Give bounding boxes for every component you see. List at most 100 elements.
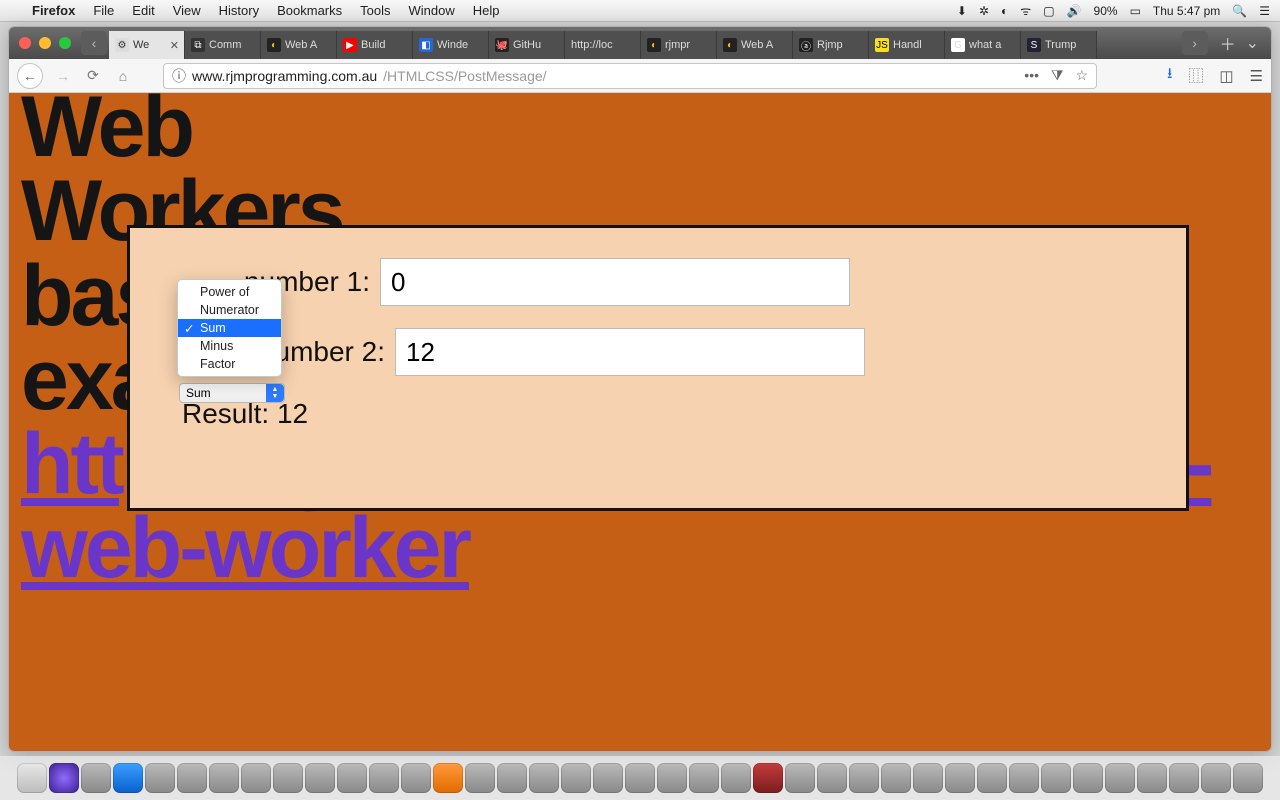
tab[interactable]: STrump [1021,31,1097,59]
siri-icon[interactable]: ☰ [1259,4,1270,18]
menu-bookmarks[interactable]: Bookmarks [277,3,342,18]
menu-edit[interactable]: Edit [132,3,154,18]
tab[interactable]: ◐rjmpr [641,31,717,59]
tab-back-button[interactable]: ‹ [81,31,107,55]
battery-percent: 90% [1094,4,1118,18]
dock-app[interactable] [1041,763,1071,793]
tab[interactable]: ▶Build [337,31,413,59]
tab[interactable]: JSHandl [869,31,945,59]
spotlight-icon[interactable]: 🔍 [1232,4,1247,18]
dock-app[interactable] [1137,763,1167,793]
dock-app[interactable] [689,763,719,793]
traffic-lights[interactable] [19,37,71,49]
dock-app[interactable] [241,763,271,793]
tab-forward-button[interactable]: › [1182,31,1208,55]
dock-app[interactable] [17,763,47,793]
tab[interactable]: ◧Winde [413,31,489,59]
dock-app[interactable] [1201,763,1231,793]
downloads-icon[interactable]: ⭳ [1167,63,1172,88]
forward-button[interactable]: → [53,68,73,84]
dock-app[interactable] [497,763,527,793]
menu-tools[interactable]: Tools [360,3,390,18]
tab-active[interactable]: ⚙We [109,31,185,59]
new-tab-button[interactable]: ＋ [1220,31,1236,55]
menu-window[interactable]: Window [409,3,455,18]
option-factor[interactable]: Factor [178,355,281,373]
dock-app[interactable] [785,763,815,793]
sidebar-icon[interactable]: ◫ [1219,67,1233,85]
option-numerator[interactable]: Numerator [178,301,281,319]
dock-app[interactable] [81,763,111,793]
dock-app[interactable] [1233,763,1263,793]
app-name[interactable]: Firefox [32,3,75,18]
page-content: Web Workers basic example ... thanks to … [9,93,1271,751]
menu-history[interactable]: History [219,3,259,18]
home-button[interactable]: ⌂ [113,68,133,84]
option-power-of[interactable]: Power of [178,283,281,301]
menu-help[interactable]: Help [473,3,500,18]
number1-input[interactable] [380,258,850,306]
dock-app[interactable] [1169,763,1199,793]
tab[interactable]: ⧉Comm [185,31,261,59]
close-window-icon[interactable] [19,37,31,49]
mac-menubar: Firefox File Edit View History Bookmarks… [0,0,1280,22]
dock-app[interactable] [593,763,623,793]
bookmark-star-icon[interactable]: ☆ [1076,67,1089,84]
dock-app[interactable] [945,763,975,793]
dock-app[interactable] [401,763,431,793]
dock-app[interactable] [145,763,175,793]
dock-app[interactable] [177,763,207,793]
dock-app[interactable] [881,763,911,793]
dock-app[interactable] [529,763,559,793]
operation-select[interactable]: Sum ▲▼ [179,383,285,403]
dock-app[interactable] [753,763,783,793]
dock-app[interactable] [273,763,303,793]
tab[interactable]: ◐Web A [717,31,793,59]
menu-icon[interactable]: ☰ [1250,67,1263,85]
result-text: Result: 12 [182,398,1136,430]
address-bar[interactable]: ⓘ www.rjmprogramming.com.au/HTMLCSS/Post… [163,63,1097,89]
dock-app[interactable] [913,763,943,793]
info-icon[interactable]: ⓘ [172,66,186,86]
library-icon[interactable]: ⿲ [1188,65,1203,86]
dock-app[interactable] [977,763,1007,793]
dock-app[interactable] [625,763,655,793]
dock-app[interactable] [849,763,879,793]
operation-select-popup[interactable]: Power of Numerator Sum Minus Factor [177,279,282,377]
dock-app[interactable] [465,763,495,793]
dock-app[interactable] [1009,763,1039,793]
reload-button[interactable]: ⟳ [83,67,103,84]
dock-app[interactable] [305,763,335,793]
browser-window: ‹ ⚙We ⧉Comm ◐Web A ▶Build ◧Winde 🐙GitHu … [8,26,1272,752]
menu-view[interactable]: View [173,3,201,18]
dock-app[interactable] [209,763,239,793]
pocket-icon[interactable]: ⧩ [1051,67,1064,84]
dock-app[interactable] [49,763,79,793]
dock-app[interactable] [1105,763,1135,793]
source-link[interactable]: web-worker [21,500,469,596]
dock-app[interactable] [433,763,463,793]
back-button[interactable]: ← [17,63,43,89]
tab[interactable]: ⓐRjmp [793,31,869,59]
tab[interactable]: Gwhat a [945,31,1021,59]
dock-app[interactable] [721,763,751,793]
dock-app[interactable] [561,763,591,793]
dock-app[interactable] [657,763,687,793]
tab[interactable]: 🐙GitHu [489,31,565,59]
dock-app[interactable] [113,763,143,793]
minimize-window-icon[interactable] [39,37,51,49]
tab[interactable]: ◐Web A [261,31,337,59]
toolbar: ← → ⟳ ⌂ ⓘ www.rjmprogramming.com.au/HTML… [9,59,1271,93]
tab[interactable]: http://loc [565,31,641,59]
dock-app[interactable] [817,763,847,793]
option-minus[interactable]: Minus [178,337,281,355]
number2-input[interactable] [395,328,865,376]
page-actions-icon[interactable]: ••• [1024,67,1039,84]
menu-file[interactable]: File [93,3,114,18]
option-sum[interactable]: Sum [178,319,281,337]
tab-list-button[interactable]: ⌄ [1246,33,1259,53]
dock-app[interactable] [1073,763,1103,793]
zoom-window-icon[interactable] [59,37,71,49]
dock-app[interactable] [369,763,399,793]
dock-app[interactable] [337,763,367,793]
